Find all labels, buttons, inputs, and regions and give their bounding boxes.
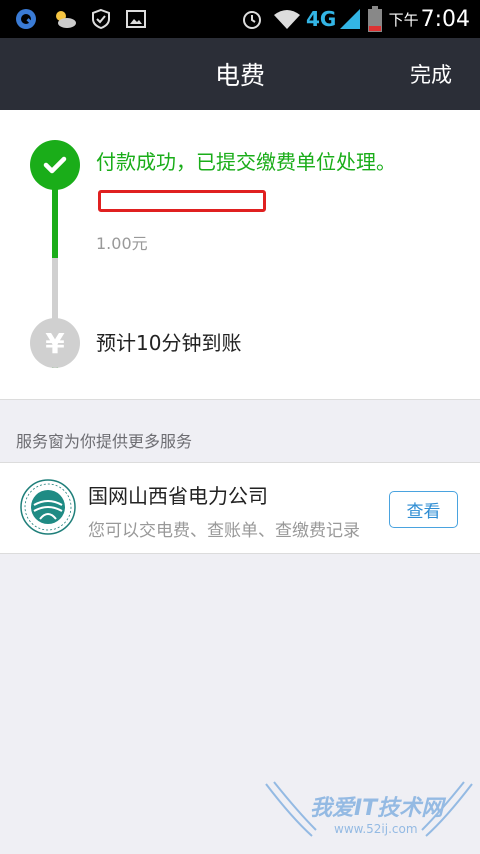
site-watermark: 我爱IT技术网 www.52ij.com xyxy=(262,778,476,850)
payment-status-card: 付款成功，已提交缴费单位处理。 1.00元 ¥ 预计10分钟到账 xyxy=(0,110,480,400)
battery-icon xyxy=(368,0,382,38)
status-bar: 4G 下午 7:04 xyxy=(0,0,480,38)
signal-icon xyxy=(338,0,362,38)
title-bar: 电费 完成 xyxy=(0,38,480,110)
page-title: 电费 xyxy=(214,61,265,90)
services-section-header: 服务窗为你提供更多服务 xyxy=(16,432,193,451)
yen-icon: ¥ xyxy=(30,318,80,368)
shield-check-icon xyxy=(90,0,112,38)
view-service-button[interactable]: 查看 xyxy=(389,491,458,528)
state-grid-logo-icon xyxy=(20,479,76,535)
service-list-item[interactable]: 国网山西省电力公司 您可以交电费、查账单、查缴费记录 查看 xyxy=(0,462,480,554)
arrival-estimate-text: 预计10分钟到账 xyxy=(96,331,242,355)
watermark-url: www.52ij.com xyxy=(334,822,418,836)
service-description: 您可以交电费、查账单、查缴费记录 xyxy=(88,521,360,541)
network-type-label: 4G xyxy=(306,7,337,31)
clock-time: 7:04 xyxy=(420,6,470,32)
wifi-icon xyxy=(272,0,302,38)
done-button[interactable]: 完成 xyxy=(410,38,452,110)
payment-amount: 1.00元 xyxy=(96,234,148,253)
watermark-text: 我爱IT技术网 xyxy=(310,796,444,821)
weather-icon xyxy=(52,0,78,38)
image-icon xyxy=(126,0,146,38)
success-check-icon xyxy=(30,140,80,190)
redaction-mark xyxy=(98,190,266,212)
app-q-icon xyxy=(14,0,38,38)
alarm-icon xyxy=(240,0,264,38)
clock-ampm: 下午 xyxy=(388,10,419,29)
service-name: 国网山西省电力公司 xyxy=(88,484,268,508)
payment-success-text: 付款成功，已提交缴费单位处理。 xyxy=(96,150,396,174)
clock: 下午 7:04 xyxy=(389,0,470,38)
